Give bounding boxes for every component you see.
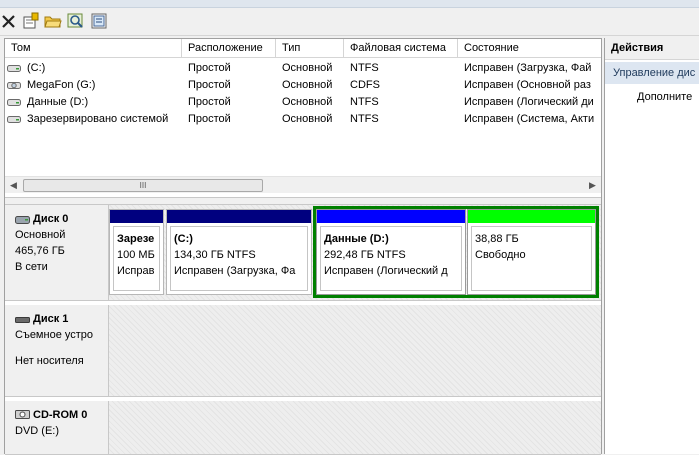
partition-size: 292,48 ГБ NTFS bbox=[324, 249, 406, 261]
column-header-type[interactable]: Тип bbox=[276, 39, 344, 58]
cdrom-0-name: CD-ROM 0 bbox=[33, 409, 88, 421]
volume-type: Основной bbox=[282, 96, 333, 108]
volume-type: Основной bbox=[282, 113, 333, 125]
volume-list: Том Расположение Тип Файловая система Со… bbox=[5, 39, 601, 197]
actions-section-disk-management[interactable]: Управление дис bbox=[605, 62, 699, 84]
volume-name: Зарезервировано системой bbox=[27, 113, 169, 125]
column-header-filesystem[interactable]: Файловая система bbox=[344, 39, 458, 58]
table-row[interactable]: (C:) Простой Основной NTFS Исправен (Заг… bbox=[5, 60, 601, 77]
partition-details: Зарезе 100 МБ Исправ bbox=[113, 226, 160, 291]
partition-name: Зарезе bbox=[117, 233, 155, 245]
horizontal-scrollbar[interactable]: ◀ III ▶ bbox=[5, 176, 601, 193]
free-space[interactable]: 38,88 ГБ Свободно bbox=[467, 209, 596, 295]
volume-status: Исправен (Система, Акти bbox=[464, 113, 595, 125]
volume-filesystem: NTFS bbox=[350, 96, 379, 108]
column-header-layout[interactable]: Расположение bbox=[182, 39, 276, 58]
cdrom-0-area bbox=[109, 401, 601, 455]
volume-filesystem: NTFS bbox=[350, 62, 379, 74]
disk-1-area bbox=[109, 305, 601, 397]
volume-status: Исправен (Загрузка, Фай bbox=[464, 62, 592, 74]
partition-details: Данные (D:) 292,48 ГБ NTFS Исправен (Лог… bbox=[320, 226, 462, 291]
help-icon[interactable] bbox=[90, 12, 108, 30]
disk-0-partitions: Зарезе 100 МБ Исправ (C:) 134,30 ГБ NTFS… bbox=[109, 205, 601, 301]
open-folder-icon[interactable] bbox=[44, 12, 62, 30]
drive-icon bbox=[7, 63, 21, 73]
cd-rom-icon bbox=[15, 409, 30, 425]
volume-layout: Простой bbox=[188, 113, 231, 125]
partition-status: Исправен (Логический д bbox=[324, 265, 448, 277]
actions-more-item[interactable]: Дополните bbox=[637, 91, 692, 103]
disk-graphical-view: Диск 0 Основной 465,76 ГБ В сети Зарезе … bbox=[5, 205, 601, 455]
disk-0-size: 465,76 ГБ bbox=[15, 245, 65, 257]
disk-1-name: Диск 1 bbox=[33, 313, 69, 325]
actions-pane: Действия Управление дис Дополните bbox=[604, 38, 699, 454]
properties-icon[interactable] bbox=[22, 12, 40, 30]
volume-type: Основной bbox=[282, 79, 333, 91]
partition-d[interactable]: Данные (D:) 292,48 ГБ NTFS Исправен (Лог… bbox=[316, 209, 466, 295]
close-icon[interactable] bbox=[0, 12, 18, 30]
search-icon[interactable] bbox=[67, 12, 85, 30]
disk-1-status: Нет носителя bbox=[15, 355, 84, 367]
toolbar bbox=[0, 8, 699, 36]
actions-title: Действия bbox=[605, 38, 699, 60]
volume-filesystem: NTFS bbox=[350, 113, 379, 125]
column-header-volume[interactable]: Том bbox=[5, 39, 182, 58]
drive-icon bbox=[7, 114, 21, 124]
disk-management-pane: Том Расположение Тип Файловая система Со… bbox=[4, 38, 602, 455]
selected-extended-partition[interactable]: Данные (D:) 292,48 ГБ NTFS Исправен (Лог… bbox=[313, 206, 599, 298]
volume-status: Исправен (Основной раз bbox=[464, 79, 591, 91]
volume-type: Основной bbox=[282, 62, 333, 74]
disk-0-info[interactable]: Диск 0 Основной 465,76 ГБ В сети bbox=[5, 205, 109, 301]
partition-details: (C:) 134,30 ГБ NTFS Исправен (Загрузка, … bbox=[170, 226, 308, 291]
partition-bar bbox=[167, 210, 311, 223]
pane-splitter[interactable] bbox=[5, 197, 601, 205]
partition-size: 134,30 ГБ NTFS bbox=[174, 249, 256, 261]
volume-layout: Простой bbox=[188, 62, 231, 74]
drive-icon bbox=[7, 97, 21, 107]
column-header-status[interactable]: Состояние bbox=[458, 39, 601, 58]
scroll-right-arrow-icon[interactable]: ▶ bbox=[584, 177, 601, 194]
table-row[interactable]: Зарезервировано системой Простой Основно… bbox=[5, 111, 601, 128]
volume-name: (C:) bbox=[27, 62, 46, 74]
table-row[interactable]: Данные (D:) Простой Основной NTFS Исправ… bbox=[5, 94, 601, 111]
volume-status: Исправен (Логический ди bbox=[464, 96, 594, 108]
volume-layout: Простой bbox=[188, 96, 231, 108]
disk-1-info[interactable]: Диск 1 Съемное устро Нет носителя bbox=[5, 305, 109, 397]
volume-layout: Простой bbox=[188, 79, 231, 91]
volume-filesystem: CDFS bbox=[350, 79, 380, 91]
disk-0-name: Диск 0 bbox=[33, 213, 69, 225]
partition-c[interactable]: (C:) 134,30 ГБ NTFS Исправен (Загрузка, … bbox=[166, 209, 312, 295]
partition-name: Данные (D:) bbox=[324, 233, 389, 245]
volume-name: MegaFon (G:) bbox=[27, 79, 96, 91]
partition-status: Исправ bbox=[117, 265, 155, 277]
volume-name: Данные (D:) bbox=[27, 96, 89, 108]
partition-bar bbox=[110, 210, 163, 223]
hard-disk-icon bbox=[15, 214, 30, 230]
partition-size: 38,88 ГБ bbox=[475, 233, 519, 245]
disk-0-status: В сети bbox=[15, 261, 48, 273]
partition-name: (C:) bbox=[174, 233, 193, 245]
cdrom-0-info[interactable]: CD-ROM 0 DVD (E:) bbox=[5, 401, 109, 455]
removable-disk-icon bbox=[15, 314, 30, 330]
partition-status: Исправен (Загрузка, Фа bbox=[174, 265, 296, 277]
partition-bar bbox=[468, 210, 595, 223]
cd-drive-icon bbox=[7, 80, 21, 90]
partition-size: 100 МБ bbox=[117, 249, 155, 261]
cdrom-0-drive: DVD (E:) bbox=[15, 425, 59, 437]
partition-status: Свободно bbox=[475, 249, 526, 261]
partition-details: 38,88 ГБ Свободно bbox=[471, 226, 592, 291]
scrollbar-thumb[interactable]: III bbox=[23, 179, 263, 192]
table-row[interactable]: MegaFon (G:) Простой Основной CDFS Испра… bbox=[5, 77, 601, 94]
scroll-left-arrow-icon[interactable]: ◀ bbox=[5, 177, 22, 194]
partition-bar bbox=[317, 210, 465, 223]
partition-reserved[interactable]: Зарезе 100 МБ Исправ bbox=[109, 209, 164, 295]
window-title-strip bbox=[0, 0, 699, 8]
